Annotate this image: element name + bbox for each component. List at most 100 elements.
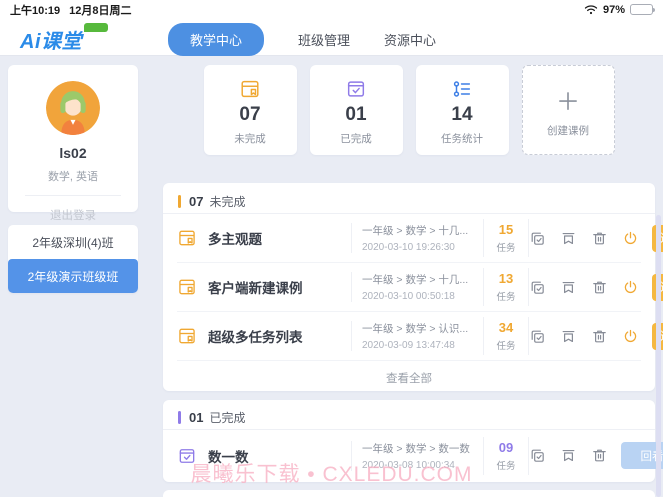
battery-percent: 97% (603, 4, 625, 16)
section-title: 未完成 (209, 193, 245, 210)
stat-label-finished: 已完成 (310, 131, 403, 146)
stat-label-unfinished: 未完成 (204, 131, 297, 146)
lesson-card-icon (177, 326, 197, 346)
stat-card-tasks[interactable]: 14 任务统计 (416, 65, 509, 155)
profile-subjects: 数学, 英语 (8, 168, 138, 184)
row-actions (529, 328, 652, 345)
lesson-datetime: 2020-03-08 10:00:34 (362, 460, 473, 471)
lesson-meta: 一年级 > 数学 > 十几... 2020-03-10 19:26:30 (351, 223, 483, 253)
row-actions (529, 279, 652, 296)
task-unit: 任务 (484, 338, 528, 352)
stat-value-finished: 01 (310, 104, 403, 126)
lesson-row: 多主观题 一年级 > 数学 > 十几... 2020-03-10 19:26:3… (177, 214, 641, 263)
stat-card-unfinished[interactable]: 07 未完成 (204, 65, 297, 155)
lesson-meta: 一年级 > 数学 > 十几... 2020-03-10 00:50:18 (351, 272, 483, 302)
lesson-title: 数一数 (208, 446, 351, 466)
plus-icon (523, 88, 614, 114)
task-count-block: 15 任务 (483, 219, 529, 257)
trash-icon[interactable] (591, 447, 608, 464)
task-count: 15 (484, 222, 528, 237)
create-lesson-label: 创建课例 (523, 123, 614, 138)
section-unfinished-header: 07 未完成 (163, 190, 655, 214)
trash-icon[interactable] (591, 328, 608, 345)
lesson-title: 超级多任务列表 (208, 326, 351, 346)
lesson-meta: 一年级 > 数学 > 数一数 2020-03-08 10:00:34 (351, 441, 483, 471)
divider (25, 195, 121, 196)
accent-bar (178, 195, 181, 208)
lesson-datetime: 2020-03-10 19:26:30 (362, 242, 473, 253)
row-actions (529, 447, 621, 464)
lesson-datetime: 2020-03-09 13:47:48 (362, 340, 473, 351)
copy-icon[interactable] (529, 328, 546, 345)
profile-name: ls02 (8, 145, 138, 161)
bookmark-icon[interactable] (560, 279, 577, 296)
lesson-breadcrumb: 一年级 > 数学 > 认识... (362, 321, 473, 336)
section-finished-header: 01 已完成 (163, 406, 655, 430)
tab-resource-center[interactable]: 资源中心 (384, 23, 436, 56)
lesson-breadcrumb: 一年级 > 数学 > 十几... (362, 223, 473, 238)
task-count: 13 (484, 271, 528, 286)
copy-icon[interactable] (529, 447, 546, 464)
task-count: 09 (484, 440, 528, 455)
lesson-breadcrumb: 一年级 > 数学 > 数一数 (362, 441, 473, 456)
lesson-card-icon (204, 78, 297, 100)
lesson-datetime: 2020-03-10 00:50:18 (362, 291, 473, 302)
lesson-meta: 一年级 > 数学 > 认识... 2020-03-09 13:47:48 (351, 321, 483, 351)
lesson-card-icon (177, 228, 197, 248)
task-unit: 任务 (484, 289, 528, 303)
stat-value-unfinished: 07 (204, 104, 297, 126)
top-bar: 上午10:19 12月8日周二 97% ⚡ Ai课堂 教学中心 班级管理 资源中… (0, 0, 663, 56)
section-unfinished: 07 未完成 多主观题 一年级 > 数学 > 十几... 2020-03-10 … (163, 183, 655, 391)
task-count-block: 13 任务 (483, 268, 529, 306)
task-unit: 任务 (484, 458, 528, 472)
copy-icon[interactable] (529, 230, 546, 247)
task-count-block: 09 任务 (483, 437, 529, 475)
tab-teaching-center[interactable]: 教学中心 (168, 23, 264, 56)
bookmark-icon[interactable] (560, 447, 577, 464)
bookmark-icon[interactable] (560, 230, 577, 247)
next-section-edge (163, 490, 655, 497)
power-icon[interactable] (622, 328, 639, 345)
view-all-link[interactable]: 查看全部 (163, 361, 655, 397)
class-item-demo[interactable]: 2年级演示班级班 (8, 259, 138, 293)
tab-class-management[interactable]: 班级管理 (298, 23, 350, 56)
calendar-check-icon (310, 78, 403, 100)
trash-icon[interactable] (591, 279, 608, 296)
stat-card-finished[interactable]: 01 已完成 (310, 65, 403, 155)
stats-row: 07 未完成 01 已完成 14 任务统计 (163, 65, 655, 155)
class-item-shenzhen[interactable]: 2年级深圳(4)班 (8, 225, 138, 259)
task-list-icon (416, 78, 509, 100)
logout-button[interactable]: 退出登录 (8, 207, 138, 223)
trash-icon[interactable] (591, 230, 608, 247)
lesson-title: 多主观题 (208, 228, 351, 248)
row-actions (529, 230, 652, 247)
task-count: 34 (484, 320, 528, 335)
accent-bar (178, 411, 181, 424)
bookmark-icon[interactable] (560, 328, 577, 345)
app-logo-text: Ai课堂 (20, 25, 82, 54)
status-bar: 上午10:19 12月8日周二 97% ⚡ (0, 2, 663, 17)
scrollbar[interactable] (656, 215, 661, 497)
main-nav: 教学中心 班级管理 资源中心 (168, 23, 436, 56)
section-finished: 01 已完成 数一数 一年级 > 数学 > 数一数 2020-03-08 10:… (163, 400, 655, 482)
class-list: 2年级深圳(4)班 2年级演示班级班 (8, 225, 138, 293)
copy-icon[interactable] (529, 279, 546, 296)
calendar-check-icon (177, 446, 197, 466)
section-count: 07 (189, 194, 203, 209)
lesson-row: 超级多任务列表 一年级 > 数学 > 认识... 2020-03-09 13:4… (177, 312, 641, 361)
lesson-row: 客户端新建课例 一年级 > 数学 > 十几... 2020-03-10 00:5… (177, 263, 641, 312)
logo-badge (84, 23, 108, 32)
battery-icon: ⚡ (630, 4, 653, 15)
lesson-row: 数一数 一年级 > 数学 > 数一数 2020-03-08 10:00:34 0… (177, 430, 641, 481)
create-lesson-button[interactable]: 创建课例 (522, 65, 615, 155)
avatar (46, 81, 100, 135)
power-icon[interactable] (622, 279, 639, 296)
section-count: 01 (189, 410, 203, 425)
profile-card: ls02 数学, 英语 退出登录 (8, 65, 138, 212)
wifi-icon (584, 4, 598, 15)
lesson-title: 客户端新建课例 (208, 277, 351, 297)
lesson-card-icon (177, 277, 197, 297)
stat-value-tasks: 14 (416, 104, 509, 126)
task-count-block: 34 任务 (483, 317, 529, 355)
power-icon[interactable] (622, 230, 639, 247)
